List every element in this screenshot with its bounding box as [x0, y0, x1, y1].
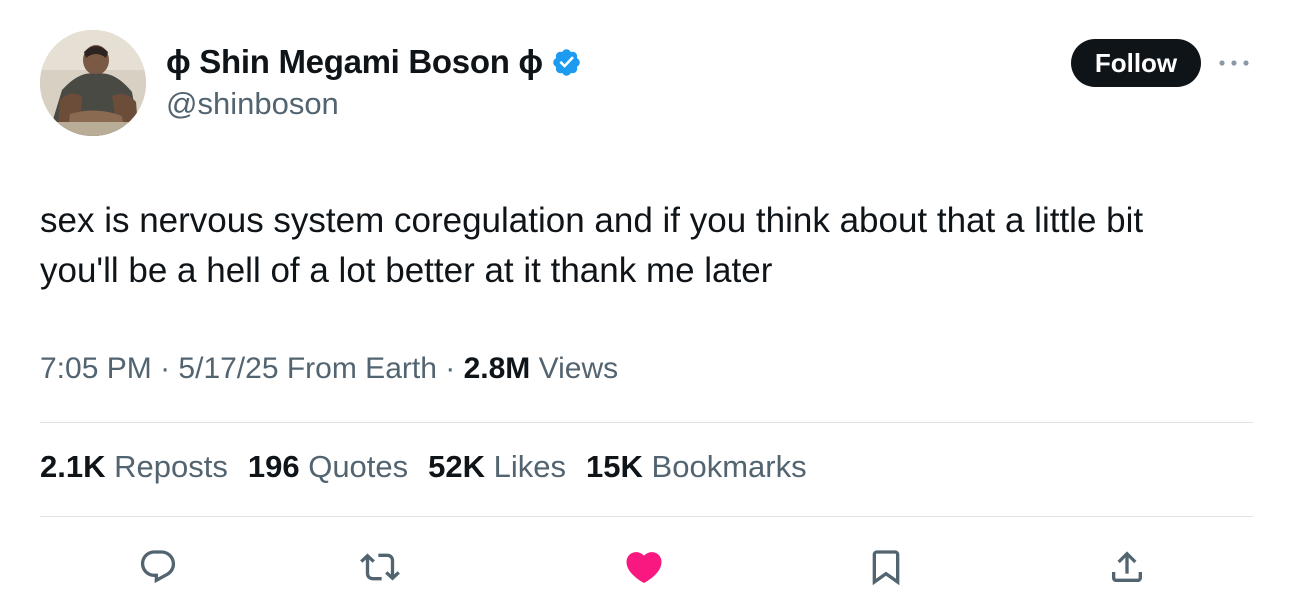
repost-button[interactable] — [358, 545, 402, 589]
like-button[interactable] — [622, 545, 666, 589]
tweet-meta: 7:05 PM · 5/17/25 From Earth · 2.8M View… — [40, 352, 618, 386]
reposts-label: Reposts — [114, 449, 228, 484]
share-icon — [1112, 551, 1142, 582]
tweet-date[interactable]: 5/17/25 — [178, 352, 278, 385]
likes-stat[interactable]: 52K Likes — [428, 449, 566, 485]
meta-separator: · — [445, 352, 456, 385]
views-count[interactable]: 2.8M — [464, 352, 531, 385]
reply-button[interactable] — [136, 545, 180, 589]
author-handle[interactable]: @shinboson — [166, 86, 339, 122]
quotes-count: 196 — [247, 449, 300, 484]
tweet-source: From Earth — [286, 352, 437, 385]
bookmark-button[interactable] — [864, 545, 908, 589]
heart-icon — [626, 552, 662, 584]
share-button[interactable] — [1105, 545, 1149, 589]
verified-badge-icon — [551, 47, 582, 78]
more-options-button[interactable] — [1216, 48, 1252, 78]
tweet-time[interactable]: 7:05 PM — [40, 352, 152, 385]
bookmarks-stat[interactable]: 15K Bookmarks — [586, 449, 807, 485]
reposts-stat[interactable]: 2.1K Reposts — [40, 449, 228, 485]
bookmark-icon — [872, 550, 900, 586]
divider-top — [40, 422, 1253, 423]
likes-count: 52K — [428, 449, 486, 484]
engagement-stats: 2.1K Reposts 196 Quotes 52K Likes 15K Bo… — [40, 449, 827, 485]
more-horizontal-icon — [1219, 60, 1249, 66]
display-name[interactable]: ɸ Shin Megami Boson ɸ — [166, 43, 543, 81]
meta-separator: · — [160, 352, 171, 385]
tweet-text: sex is nervous system coregulation and i… — [40, 201, 1144, 290]
bookmarks-label: Bookmarks — [651, 449, 807, 484]
bookmarks-count: 15K — [586, 449, 643, 484]
author-name-row[interactable]: ɸ Shin Megami Boson ɸ — [166, 42, 582, 82]
views-label[interactable]: Views — [539, 352, 618, 385]
likes-label: Likes — [493, 449, 567, 484]
reposts-count: 2.1K — [40, 449, 106, 484]
quotes-label: Quotes — [308, 449, 409, 484]
repost-icon — [360, 553, 400, 581]
avatar[interactable] — [40, 30, 146, 136]
avatar-image — [40, 30, 146, 136]
follow-button[interactable]: Follow — [1071, 39, 1201, 87]
reply-icon — [140, 550, 176, 584]
divider-bottom — [40, 516, 1253, 517]
quotes-stat[interactable]: 196 Quotes — [248, 449, 408, 485]
